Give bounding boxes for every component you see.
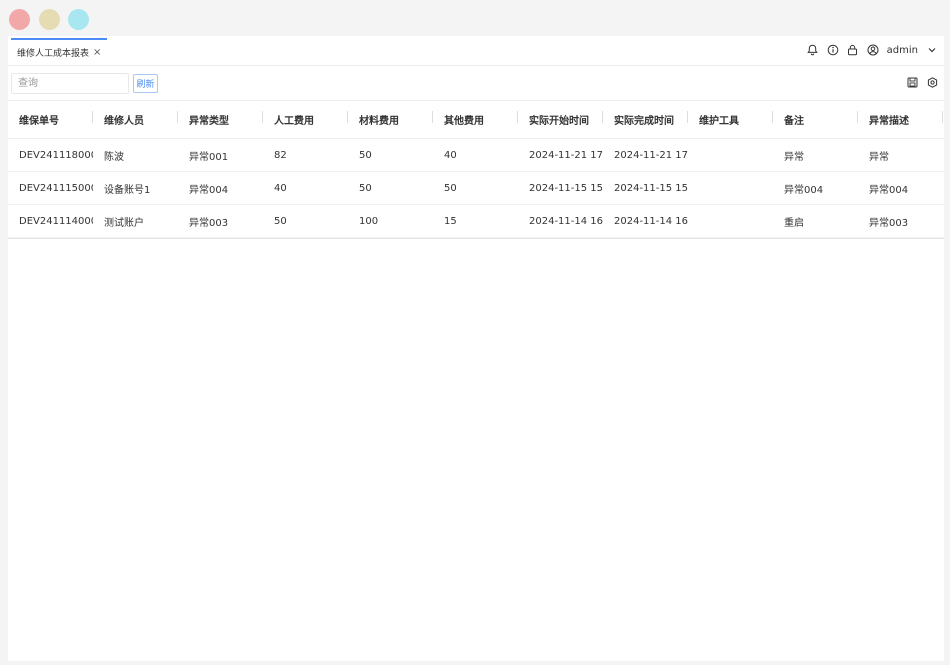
cell-actual-start: 2024-11-14 16... [529,215,603,227]
tab-label: 维修人工成本报表 [17,49,90,59]
window-titlebar [0,0,950,36]
cell-actual-start: 2024-11-21 17... [529,149,603,161]
close-window-button[interactable] [9,9,30,30]
maximize-window-button[interactable] [68,9,89,30]
toolbar: 刷新 [8,68,944,100]
cell-order-no: DEV2411180001 [19,149,93,161]
refresh-button[interactable]: 刷新 [133,74,158,93]
cell-actual-start: 2024-11-15 15... [529,182,603,194]
column-header-other-cost[interactable]: 其他费用 [433,111,518,127]
cell-labor-cost: 50 [274,215,287,227]
save-icon[interactable] [906,76,918,88]
chevron-down-icon[interactable] [926,44,938,56]
user-name[interactable]: admin [887,45,918,56]
cell-material-cost: 50 [359,182,372,194]
column-header-repairer[interactable]: 维修人员 [93,111,178,127]
cell-other-cost: 15 [444,215,457,227]
cell-exception-desc: 异常004 [869,184,909,196]
cell-exception-type: 异常003 [189,217,229,229]
cell-material-cost: 50 [359,149,372,161]
column-header-exception-type[interactable]: 异常类型 [178,111,263,127]
cell-remark: 异常 [784,151,804,163]
minimize-window-button[interactable] [39,9,60,30]
cell-repairer: 陈波 [104,151,124,163]
user-circle-icon[interactable] [867,44,879,56]
column-header-actual-start[interactable]: 实际开始时间 [518,111,603,127]
cell-remark: 异常004 [784,184,824,196]
cell-actual-end: 2024-11-14 16... [614,215,688,227]
app-window: 维修人工成本报表 × admin 刷新 [8,36,944,661]
column-header-material-cost[interactable]: 材料费用 [348,111,433,127]
info-icon[interactable] [827,44,839,56]
column-header-labor-cost[interactable]: 人工费用 [263,111,348,127]
tab-close-icon[interactable]: × [93,47,101,58]
cell-labor-cost: 40 [274,182,287,194]
table-row[interactable]: DEV2411140005 测试账户 异常003 50 100 15 2024-… [8,205,944,238]
cell-other-cost: 40 [444,149,457,161]
tab-labor-cost-report[interactable]: 维修人工成本报表 × [11,38,108,65]
search-input[interactable] [11,73,129,94]
cell-other-cost: 50 [444,182,457,194]
cell-exception-desc: 异常 [869,151,889,163]
column-header-actual-end[interactable]: 实际完成时间 [603,111,688,127]
column-header-order-no[interactable]: 维保单号 [8,111,93,127]
lock-icon[interactable] [847,44,859,56]
cell-exception-type: 异常004 [189,184,229,196]
labor-cost-table: 维保单号 维修人员 异常类型 人工费用 材料费用 其他费用 实际开始时间 实际完… [8,100,944,239]
tab-bar: 维修人工成本报表 × admin [8,36,944,66]
table-row[interactable]: DEV2411180001 陈波 异常001 82 50 40 2024-11-… [8,139,944,172]
cell-order-no: DEV2411140005 [19,215,93,227]
cell-labor-cost: 82 [274,149,287,161]
cell-remark: 重启 [784,217,804,229]
table-header-row: 维保单号 维修人员 异常类型 人工费用 材料费用 其他费用 实际开始时间 实际完… [8,101,944,139]
toolbar-right [906,76,938,88]
cell-exception-type: 异常001 [189,151,229,163]
cell-actual-end: 2024-11-15 15... [614,182,688,194]
table-bottom-border [8,238,944,239]
cell-material-cost: 100 [359,215,379,227]
cell-exception-desc: 异常003 [869,217,909,229]
cell-order-no: DEV2411150001 [19,182,93,194]
cell-repairer: 测试账户 [104,217,144,229]
table-row[interactable]: DEV2411150001 设备账号1 异常004 40 50 50 2024-… [8,172,944,205]
header-actions: admin [807,36,938,64]
cell-repairer: 设备账号1 [104,184,151,196]
column-header-tools[interactable]: 维护工具 [688,111,773,127]
column-header-remark[interactable]: 备注 [773,111,858,127]
column-header-exception-desc[interactable]: 异常描述 [858,111,943,127]
settings-icon[interactable] [926,76,938,88]
bell-icon[interactable] [807,44,819,56]
cell-actual-end: 2024-11-21 17... [614,149,688,161]
